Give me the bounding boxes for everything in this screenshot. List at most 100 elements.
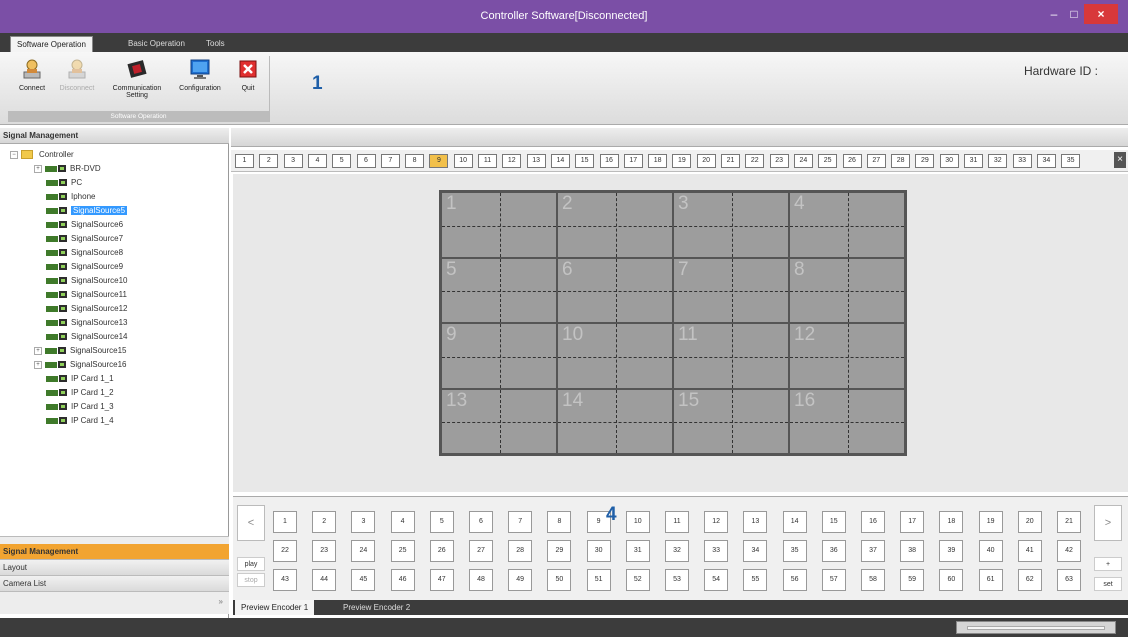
page-button[interactable]: 31 xyxy=(964,154,983,168)
page-button[interactable]: 16 xyxy=(599,154,619,168)
page-button[interactable]: 23 xyxy=(769,154,789,168)
source-button[interactable]: 59 xyxy=(900,569,925,591)
wall-screen[interactable]: 11 xyxy=(673,323,789,389)
page-button[interactable]: 6 xyxy=(356,154,376,168)
source-button[interactable]: 61 xyxy=(978,569,1003,591)
expand-icon[interactable]: + xyxy=(34,164,42,173)
tree-node[interactable]: SignalSource9 xyxy=(10,260,220,274)
expand-icon[interactable]: + xyxy=(34,360,42,369)
wall-screen[interactable]: 15 xyxy=(673,388,789,454)
tree-node[interactable]: SignalSource8 xyxy=(10,246,220,260)
tree-node[interactable]: Iphone xyxy=(10,190,220,204)
tab-preview-encoder-2[interactable]: Preview Encoder 2 xyxy=(337,600,416,615)
wall-screen[interactable]: 5 xyxy=(441,257,557,323)
tree-node[interactable]: SignalSource13 xyxy=(10,316,220,330)
page-button[interactable]: 22 xyxy=(745,154,765,168)
tree-node[interactable]: IP Card 1_1 xyxy=(10,372,220,386)
page-button[interactable]: 7 xyxy=(380,154,400,168)
close-pagebar-icon[interactable]: × xyxy=(1114,152,1126,168)
wall-screen[interactable]: 9 xyxy=(441,323,557,389)
tree-node[interactable]: + BR-DVD xyxy=(10,162,220,176)
page-button[interactable]: 4 xyxy=(307,154,327,168)
tree-node[interactable]: + SignalSource16 xyxy=(10,358,220,372)
wall-screen[interactable]: 6 xyxy=(557,257,673,323)
source-button[interactable]: 35 xyxy=(782,540,807,562)
tree-node[interactable]: SignalSource14 xyxy=(10,330,220,344)
source-button[interactable]: 6 xyxy=(469,511,493,533)
source-button[interactable]: 54 xyxy=(704,569,729,591)
page-button[interactable]: 10 xyxy=(453,154,473,168)
page-button[interactable]: 35 xyxy=(1061,154,1081,168)
wall-screen[interactable]: 14 xyxy=(557,388,673,454)
page-button[interactable]: 9 xyxy=(429,154,449,168)
page-button[interactable]: 2 xyxy=(259,154,279,168)
tree-node[interactable]: + SignalSource15 xyxy=(10,344,220,358)
source-button[interactable]: 44 xyxy=(312,569,337,591)
source-button[interactable]: 23 xyxy=(312,540,337,562)
source-button[interactable]: 3 xyxy=(351,511,376,533)
source-button[interactable]: 2 xyxy=(312,511,337,533)
wall-screen[interactable]: 4 xyxy=(789,192,905,258)
page-button[interactable]: 5 xyxy=(332,154,352,168)
wall-screen[interactable]: 13 xyxy=(441,388,557,454)
source-button[interactable]: 51 xyxy=(586,569,611,591)
video-wall[interactable]: 1 2 3 4 5 6 7 8 9 10 11 12 13 14 15 16 xyxy=(439,190,907,456)
page-button[interactable]: 25 xyxy=(818,154,838,168)
page-button[interactable]: 8 xyxy=(405,154,425,168)
tab-tools[interactable]: Tools xyxy=(200,36,231,52)
source-button[interactable]: 18 xyxy=(939,511,964,533)
splitter[interactable] xyxy=(0,536,229,544)
page-button[interactable]: 29 xyxy=(915,154,935,168)
source-button[interactable]: 27 xyxy=(469,540,493,562)
source-button[interactable]: 60 xyxy=(939,569,964,591)
source-button[interactable]: 22 xyxy=(273,540,297,562)
page-button[interactable]: 14 xyxy=(550,154,570,168)
prev-button[interactable]: < xyxy=(237,505,265,541)
source-button[interactable]: 48 xyxy=(469,569,493,591)
quit-button[interactable]: Quit xyxy=(232,58,264,92)
page-button[interactable]: 19 xyxy=(672,154,692,168)
tree-node[interactable]: PC xyxy=(10,176,220,190)
source-button[interactable]: 32 xyxy=(665,540,689,562)
source-button[interactable]: 13 xyxy=(743,511,768,533)
tree-node[interactable]: SignalSource10 xyxy=(10,274,220,288)
page-button[interactable]: 26 xyxy=(842,154,862,168)
tree-node[interactable]: IP Card 1_2 xyxy=(10,386,220,400)
maximize-icon[interactable]: □ xyxy=(1062,4,1086,24)
source-button[interactable]: 39 xyxy=(939,540,964,562)
source-button[interactable]: 8 xyxy=(547,511,572,533)
page-button[interactable]: 33 xyxy=(1012,154,1032,168)
source-button[interactable]: 56 xyxy=(782,569,807,591)
disconnect-button[interactable]: Disconnect xyxy=(56,58,98,92)
source-button[interactable]: 21 xyxy=(1057,511,1081,533)
tree-node[interactable]: SignalSource5 xyxy=(10,204,220,218)
source-button[interactable]: 25 xyxy=(390,540,415,562)
tree-node[interactable]: SignalSource7 xyxy=(10,232,220,246)
wall-screen[interactable]: 7 xyxy=(673,257,789,323)
source-button[interactable]: 55 xyxy=(743,569,768,591)
source-button[interactable]: 41 xyxy=(1017,540,1042,562)
source-button[interactable]: 4 xyxy=(390,511,415,533)
page-button[interactable]: 20 xyxy=(696,154,716,168)
next-button[interactable]: > xyxy=(1094,505,1122,541)
source-button[interactable]: 47 xyxy=(429,569,454,591)
wall-screen[interactable]: 10 xyxy=(557,323,673,389)
source-button[interactable]: 5 xyxy=(429,511,454,533)
page-button[interactable]: 30 xyxy=(939,154,959,168)
page-button[interactable]: 32 xyxy=(988,154,1008,168)
page-button[interactable]: 21 xyxy=(721,154,740,168)
more-icon[interactable]: » xyxy=(219,597,223,606)
source-button[interactable]: 17 xyxy=(900,511,925,533)
wall-screen[interactable]: 16 xyxy=(789,388,905,454)
tree-node[interactable]: IP Card 1_3 xyxy=(10,400,220,414)
source-button[interactable]: 34 xyxy=(743,540,768,562)
source-button[interactable]: 28 xyxy=(508,540,533,562)
source-button[interactable]: 42 xyxy=(1057,540,1081,562)
page-button[interactable]: 3 xyxy=(283,154,303,168)
tab-preview-encoder-1[interactable]: Preview Encoder 1 xyxy=(235,600,315,615)
source-button[interactable]: 19 xyxy=(978,511,1003,533)
page-button[interactable]: 15 xyxy=(575,154,595,168)
source-button[interactable]: 1 xyxy=(273,511,297,533)
source-button[interactable]: 62 xyxy=(1017,569,1042,591)
tree-node[interactable]: SignalSource6 xyxy=(10,218,220,232)
